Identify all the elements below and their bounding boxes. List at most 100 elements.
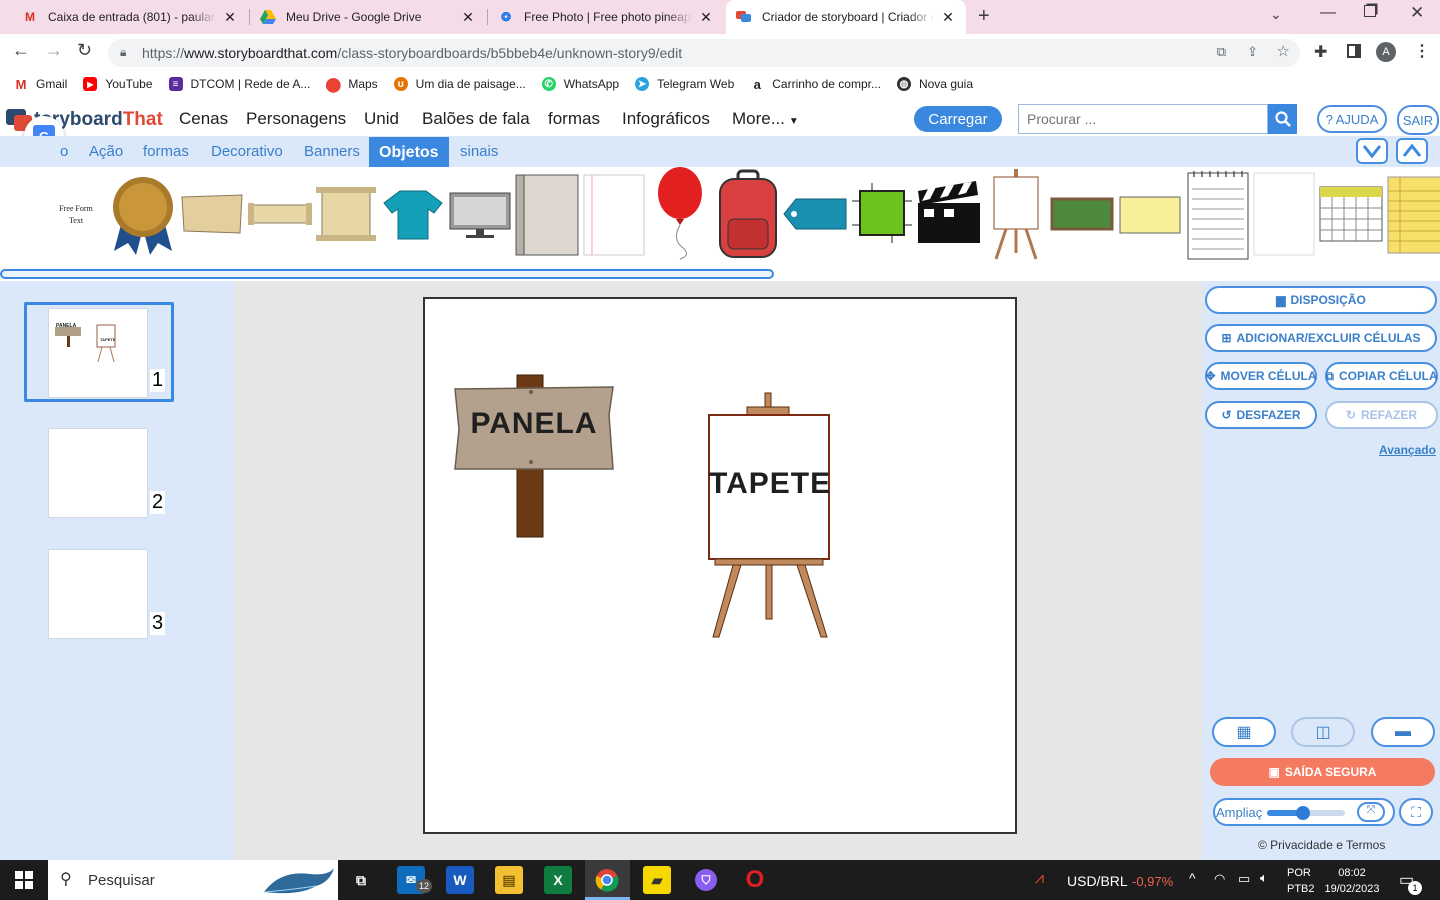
bookmark-whatsapp[interactable]: ✆ WhatsApp <box>541 77 619 91</box>
fit-zoom-icon[interactable]: ⤧ <box>1357 802 1385 822</box>
library-scrollbar[interactable] <box>0 269 774 279</box>
share-icon[interactable]: ⇪ <box>1247 44 1258 60</box>
translate-icon[interactable]: ⧉ <box>1217 44 1226 60</box>
zoom-slider-handle[interactable] <box>1295 806 1310 820</box>
windows-start-icon[interactable] <box>15 871 33 892</box>
profile-avatar[interactable]: A <box>1376 42 1396 62</box>
calendar-grid-item[interactable] <box>1318 185 1384 243</box>
tab-gmail[interactable]: M Caixa de entrada (801) - paulario ✕ <box>12 0 248 34</box>
zoom-track[interactable] <box>1267 806 1345 820</box>
browser-menu-icon[interactable]: ⋮ <box>1414 41 1430 61</box>
search-button[interactable] <box>1268 104 1297 134</box>
safe-exit-button[interactable]: ▣ SAÍDA SEGURA <box>1210 758 1435 786</box>
copy-cell-button[interactable]: ⧉ COPIAR CÉLULA <box>1325 362 1438 390</box>
tab-sinais[interactable]: sinais <box>460 143 498 160</box>
extensions-puzzle-icon[interactable]: ✚ <box>1314 42 1327 62</box>
task-view-icon[interactable]: ⧉ <box>347 866 375 894</box>
grid-view-button[interactable]: ▦ <box>1212 717 1276 747</box>
tab-search-chevron-icon[interactable]: ⌄ <box>1270 6 1282 23</box>
tag-item[interactable] <box>782 195 848 233</box>
bookmark-youtube[interactable]: ▶ YouTube <box>83 77 153 91</box>
add-remove-cells-button[interactable]: ⊞ ADICIONAR/EXCLUIR CÉLULAS <box>1205 324 1437 352</box>
forward-arrow-icon[interactable]: → <box>45 40 63 61</box>
chrome-taskbar-item[interactable] <box>585 860 630 900</box>
lined-paper-item[interactable] <box>582 173 646 257</box>
bookmark-star-icon[interactable]: ☆ <box>1277 42 1290 60</box>
currency-pair[interactable]: USD/BRL <box>1067 873 1128 889</box>
clock[interactable]: 08:02 19/02/2023 <box>1323 865 1381 897</box>
bookmark-dtcom[interactable]: ≡ DTCOM | Rede de A... <box>168 77 310 91</box>
tab-drive[interactable]: Meu Drive - Google Drive ✕ <box>250 0 486 34</box>
bookmark-telegram[interactable]: ➤ Telegram Web <box>635 77 734 91</box>
bookmark-paisagem[interactable]: ʊ Um dia de paisage... <box>393 77 526 91</box>
tray-chevron-up-icon[interactable]: ^ <box>1189 870 1196 886</box>
single-view-button[interactable]: ▬ <box>1371 717 1435 747</box>
bookmark-nova-guia[interactable]: ◍ Nova guia <box>896 77 973 91</box>
tshirt-item[interactable] <box>382 189 444 241</box>
notepad-item[interactable] <box>1186 169 1250 261</box>
close-icon[interactable]: ✕ <box>222 9 238 26</box>
graph-paper-item[interactable] <box>1252 171 1316 257</box>
sticky-notes-icon[interactable]: ▰ <box>643 866 671 894</box>
tab-category-partial[interactable]: o <box>60 143 68 160</box>
yellow-pad-item[interactable] <box>1386 175 1440 255</box>
brave-vpn-icon[interactable]: ⛉ <box>692 866 720 894</box>
nav-infograficos[interactable]: Infográficos <box>622 109 710 129</box>
move-cell-button[interactable]: ✥ MOVER CÉLULA <box>1205 362 1317 390</box>
parchment-item[interactable] <box>180 193 244 235</box>
tab-storyboardthat[interactable]: Criador de storyboard | Criador d ✕ <box>726 0 966 34</box>
nav-formas[interactable]: formas <box>548 109 600 129</box>
close-icon[interactable]: ✕ <box>460 9 476 26</box>
scroll-vertical-item[interactable] <box>314 187 378 241</box>
minimize-button[interactable]: — <box>1320 4 1336 22</box>
easel-item[interactable] <box>990 169 1042 261</box>
wooden-sign[interactable] <box>453 373 615 539</box>
free-form-text-item[interactable]: Free Form Text <box>48 203 104 227</box>
expand-library-button[interactable] <box>1396 138 1428 164</box>
easel[interactable] <box>705 391 831 641</box>
address-bar[interactable]: 🔒︎ https://www.storyboardthat.com/class-… <box>108 39 1300 67</box>
undo-button[interactable]: ↺ DESFAZER <box>1205 401 1317 429</box>
logout-button[interactable]: SAIR <box>1397 105 1439 135</box>
nav-cenas[interactable]: Cenas <box>179 109 228 129</box>
cell-thumbnail-3[interactable] <box>48 549 148 639</box>
tab-decorativo[interactable]: Decorativo <box>211 143 283 160</box>
backpack-item[interactable] <box>716 169 780 259</box>
excel-app-icon[interactable]: X <box>544 866 572 894</box>
nav-unid[interactable]: Unid <box>364 109 399 129</box>
bookmark-maps[interactable]: ⬤ Maps <box>326 76 378 92</box>
tab-banners[interactable]: Banners <box>304 143 360 160</box>
close-icon[interactable]: ✕ <box>698 9 714 26</box>
cell-thumbnail-1[interactable]: PANELA TAPETE <box>48 308 148 398</box>
advanced-link[interactable]: Avançado <box>1379 443 1436 457</box>
award-ribbon-item[interactable] <box>110 171 176 257</box>
storyboard-cell-canvas[interactable]: PANELA TAPETE <box>423 297 1017 834</box>
sticky-note-item[interactable] <box>1118 193 1182 237</box>
tab-objetos[interactable]: Objetos <box>369 137 449 168</box>
word-app-icon[interactable]: W <box>446 866 474 894</box>
chalkboard-item[interactable] <box>1050 197 1114 231</box>
upload-button[interactable]: Carregar <box>914 106 1002 132</box>
nav-personagens[interactable]: Personagens <box>246 109 346 129</box>
split-view-button[interactable]: ◫ <box>1291 717 1355 747</box>
privacy-terms-link[interactable]: © Privacidade e Termos <box>1258 838 1385 852</box>
fullscreen-button[interactable]: ⛶ <box>1399 798 1433 826</box>
circuit-board-item[interactable] <box>852 181 912 245</box>
taskbar-search-box[interactable]: ⚲ Pesquisar <box>48 860 338 900</box>
restore-button[interactable] <box>1364 5 1376 17</box>
nav-more[interactable]: More... ▼ <box>732 109 799 129</box>
collapse-library-button[interactable] <box>1356 138 1388 164</box>
scroll-banner-item[interactable] <box>248 201 312 227</box>
language-indicator[interactable]: POR PTB2 <box>1287 865 1315 897</box>
side-panel-icon[interactable] <box>1347 44 1361 58</box>
volume-icon[interactable]: 🔈︎ <box>1260 870 1268 886</box>
battery-icon[interactable]: ▭ <box>1238 871 1250 887</box>
balloon-item[interactable] <box>654 167 706 261</box>
clapperboard-item[interactable] <box>916 181 982 245</box>
back-arrow-icon[interactable]: ← <box>12 40 30 61</box>
easel-text[interactable]: TAPETE <box>709 467 830 501</box>
sign-text[interactable]: PANELA <box>455 407 613 441</box>
redo-button[interactable]: ↻ REFAZER <box>1325 401 1438 429</box>
help-button[interactable]: ? AJUDA <box>1317 105 1387 133</box>
book-item[interactable] <box>514 173 580 257</box>
